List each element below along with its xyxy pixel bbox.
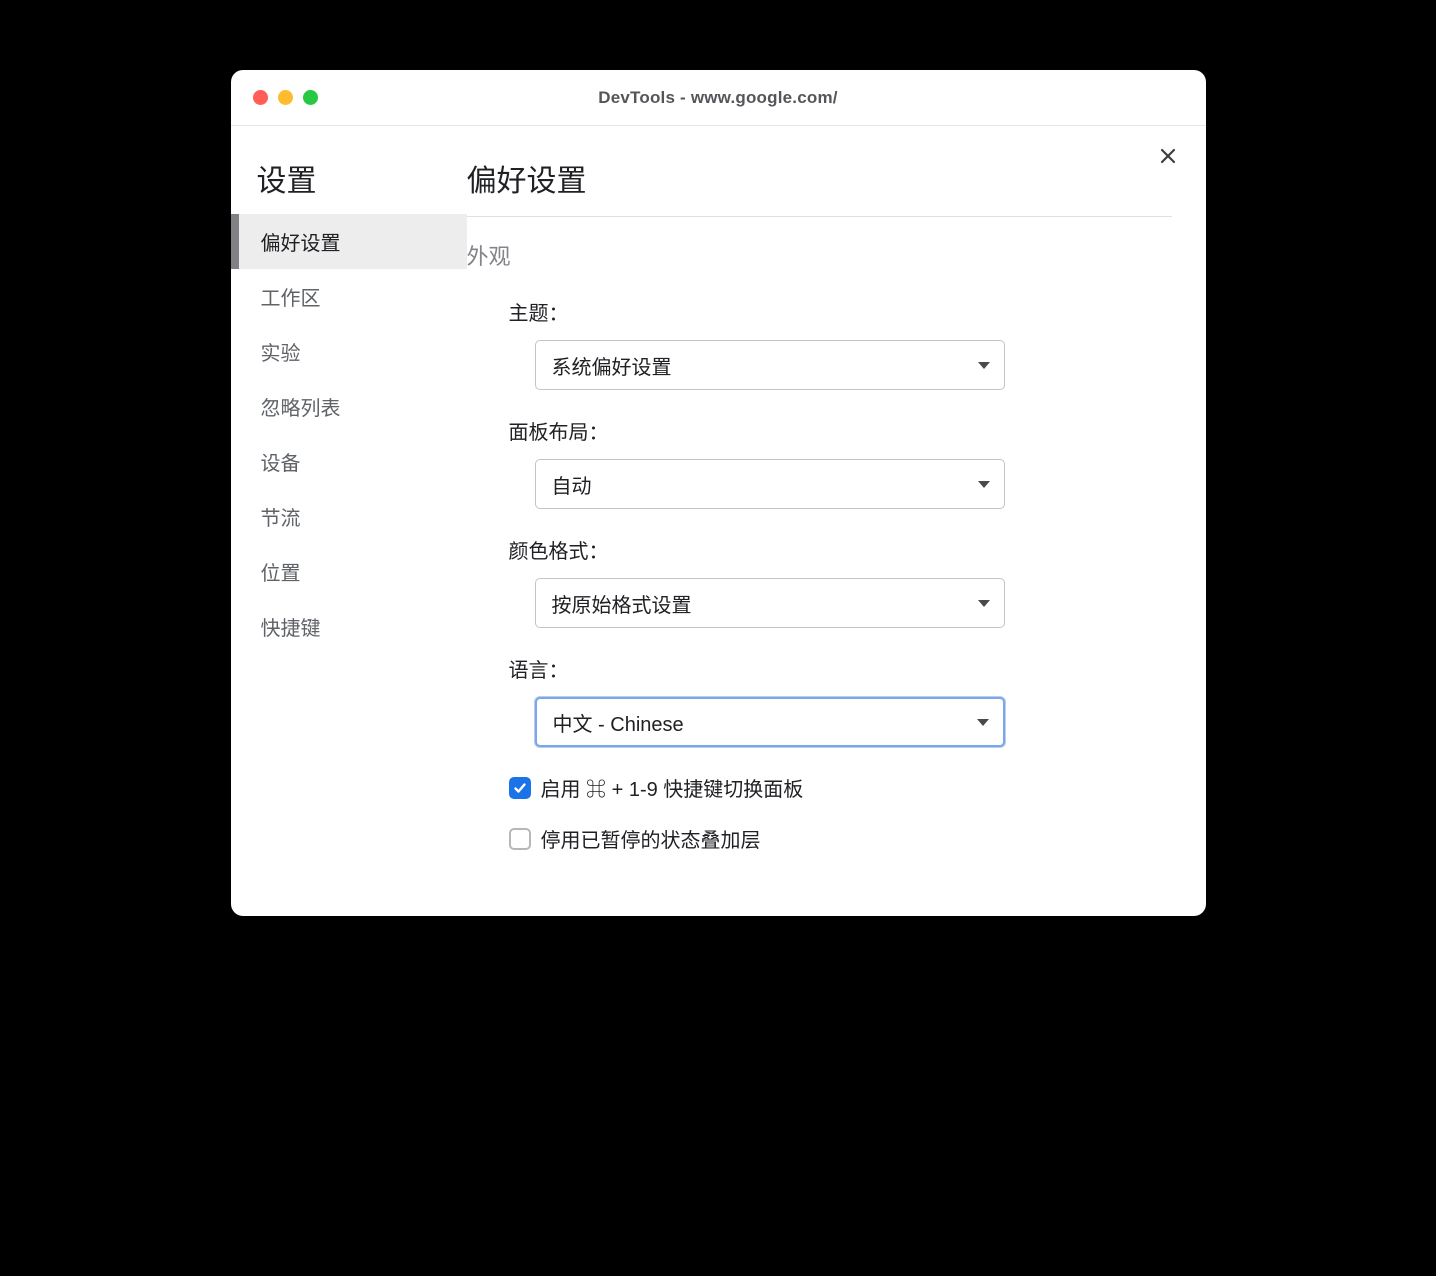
sidebar: 设置 偏好设置 工作区 实验 忽略列表 设备 节流 位置 快捷键	[231, 126, 467, 916]
language-group: 语言： 中文 - Chinese	[509, 654, 1172, 747]
content-pane: 偏好设置 外观 主题： 系统偏好设置 面板布局： 自动	[467, 126, 1206, 916]
panel-layout-value: 自动	[552, 470, 592, 499]
overlay-checkbox-row[interactable]: 停用已暂停的状态叠加层	[509, 824, 1172, 853]
overlay-checkbox-label: 停用已暂停的状态叠加层	[541, 824, 761, 853]
sidebar-item-locations[interactable]: 位置	[231, 544, 467, 599]
section-appearance: 外观	[467, 239, 1172, 271]
color-format-group: 颜色格式： 按原始格式设置	[509, 535, 1172, 628]
color-format-select[interactable]: 按原始格式设置	[535, 578, 1005, 628]
panel-layout-label: 面板布局：	[509, 416, 1172, 445]
chevron-down-icon	[978, 362, 990, 369]
sidebar-item-experiments[interactable]: 实验	[231, 324, 467, 379]
color-format-value: 按原始格式设置	[552, 589, 692, 618]
chevron-down-icon	[978, 481, 990, 488]
settings-window: DevTools - www.google.com/ 设置 偏好设置 工作区 实…	[231, 70, 1206, 916]
theme-label: 主题：	[509, 297, 1172, 326]
chevron-down-icon	[978, 600, 990, 607]
sidebar-item-ignore-list[interactable]: 忽略列表	[231, 379, 467, 434]
theme-group: 主题： 系统偏好设置	[509, 297, 1172, 390]
chevron-down-icon	[977, 719, 989, 726]
panel-layout-group: 面板布局： 自动	[509, 416, 1172, 509]
color-format-label: 颜色格式：	[509, 535, 1172, 564]
overlay-checkbox[interactable]	[509, 828, 531, 850]
sidebar-item-preferences[interactable]: 偏好设置	[231, 214, 467, 269]
shortcut-checkbox-label: 启用 ⌘ + 1-9 快捷键切换面板	[541, 773, 804, 802]
language-label: 语言：	[509, 654, 1172, 683]
shortcut-checkbox-row[interactable]: 启用 ⌘ + 1-9 快捷键切换面板	[509, 773, 1172, 802]
window-title: DevTools - www.google.com/	[231, 88, 1206, 108]
titlebar: DevTools - www.google.com/	[231, 70, 1206, 126]
language-value: 中文 - Chinese	[553, 708, 684, 737]
sidebar-title: 设置	[231, 156, 467, 214]
sidebar-item-devices[interactable]: 设备	[231, 434, 467, 489]
theme-select[interactable]: 系统偏好设置	[535, 340, 1005, 390]
sidebar-item-workspace[interactable]: 工作区	[231, 269, 467, 324]
shortcut-checkbox[interactable]	[509, 777, 531, 799]
language-select[interactable]: 中文 - Chinese	[535, 697, 1005, 747]
panel-layout-select[interactable]: 自动	[535, 459, 1005, 509]
page-title: 偏好设置	[467, 156, 1172, 217]
theme-value: 系统偏好设置	[552, 351, 672, 380]
sidebar-item-shortcuts[interactable]: 快捷键	[231, 599, 467, 654]
sidebar-item-throttling[interactable]: 节流	[231, 489, 467, 544]
